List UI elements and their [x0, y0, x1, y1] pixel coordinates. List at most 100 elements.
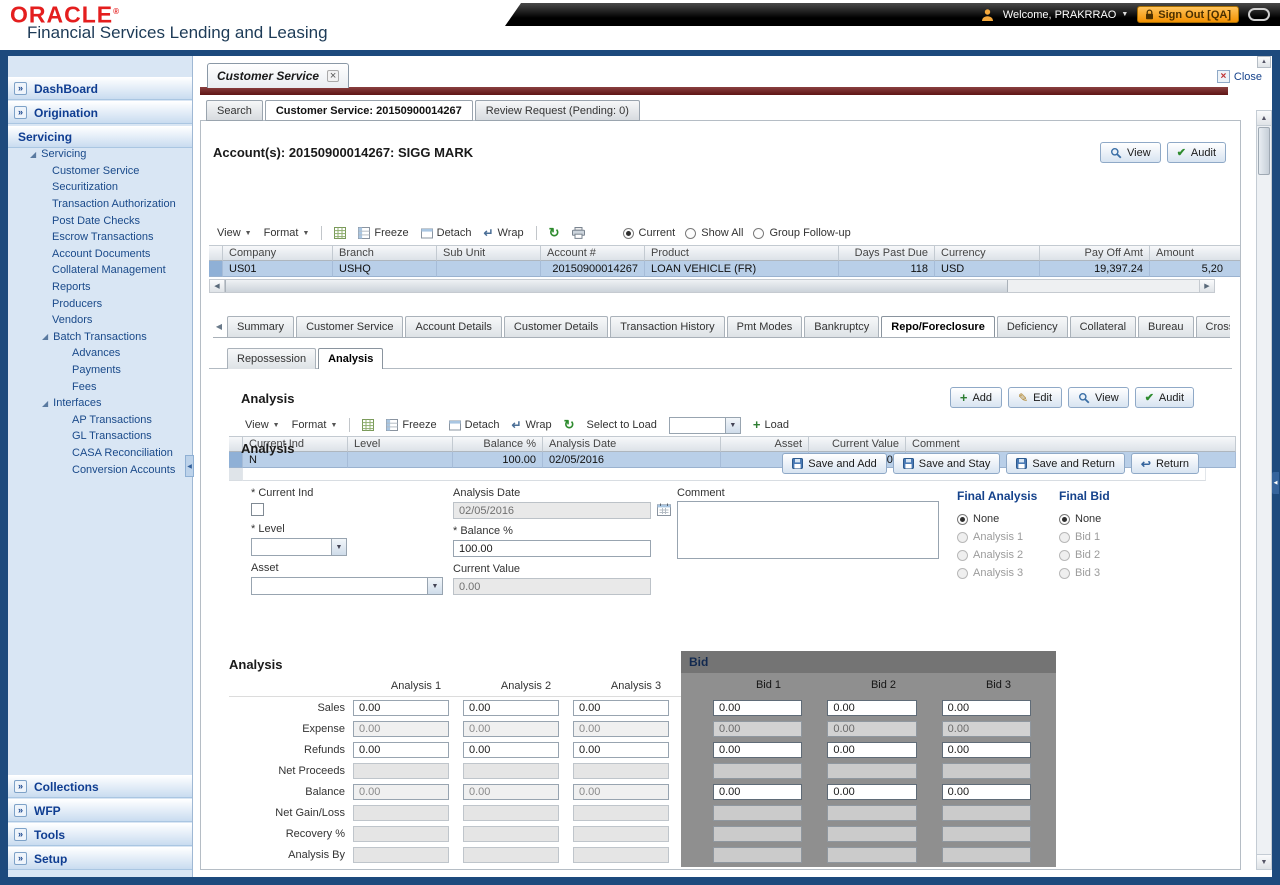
col-header-level[interactable]: Level	[348, 436, 453, 452]
bid-field[interactable]	[827, 762, 917, 779]
scroll-right-arrow[interactable]: ▶	[1199, 280, 1214, 292]
final-analysis-radio[interactable]: None	[957, 510, 1057, 528]
tree-item[interactable]: Payments	[8, 362, 192, 379]
account-row-selected[interactable]: US01 USHQ 20150900014267 LOAN VEHICLE (F…	[209, 261, 1240, 277]
bid-field[interactable]	[827, 825, 917, 842]
detail-tab[interactable]: Account Details	[405, 316, 502, 337]
tree-expanded-icon[interactable]: ◢	[30, 150, 36, 159]
matrix-field[interactable]: 0.00	[353, 720, 449, 737]
col-header-currency[interactable]: Currency	[935, 245, 1040, 261]
bid-field[interactable]: 0.00	[713, 699, 803, 716]
bid-field[interactable]: 0.00	[713, 720, 803, 737]
bid-field[interactable]	[827, 846, 917, 863]
tree-node-interfaces[interactable]: ◢ Interfaces	[8, 395, 192, 412]
tree-item[interactable]: GL Transactions	[8, 428, 192, 445]
bid-field[interactable]	[713, 825, 803, 842]
close-button[interactable]: × Close	[1214, 69, 1264, 84]
matrix-field[interactable]: 0.00	[573, 720, 669, 737]
welcome-menu[interactable]: Welcome, PRAKRRAO ▼	[1003, 9, 1128, 21]
tree-item[interactable]: Vendors	[8, 312, 192, 329]
sidebar-section[interactable]: » Collections	[8, 775, 192, 798]
refresh-icon[interactable]: ↻	[564, 417, 575, 433]
detail-tab[interactable]: Transaction History	[610, 316, 725, 337]
detail-tab[interactable]: Collateral	[1069, 316, 1137, 337]
matrix-field[interactable]: 0.00	[353, 783, 449, 800]
bid-field[interactable]	[941, 804, 1031, 821]
final-bid-radio[interactable]: Bid 3	[1059, 564, 1159, 582]
select-to-load-dropdown[interactable]: ▼	[668, 416, 741, 434]
tab-close-icon[interactable]: ×	[327, 70, 340, 82]
sidebar-collapse-handle[interactable]: ◀	[185, 455, 194, 477]
wrap-button[interactable]: ↵ Wrap	[511, 418, 551, 432]
col-header-asset[interactable]: Asset	[721, 436, 809, 452]
filter-radio[interactable]: Current	[622, 227, 675, 239]
matrix-field[interactable]	[573, 825, 669, 842]
tree-item[interactable]: Escrow Transactions	[8, 229, 192, 246]
level-select[interactable]: ▼	[251, 538, 347, 556]
bid-field[interactable]: 0.00	[827, 699, 917, 716]
tree-item[interactable]: Conversion Accounts	[8, 461, 192, 478]
format-menu[interactable]: Format ▼	[264, 227, 310, 239]
calendar-icon[interactable]	[657, 503, 671, 516]
row-selector[interactable]	[209, 261, 223, 277]
bid-field[interactable]: 0.00	[713, 741, 803, 758]
matrix-field[interactable]	[573, 762, 669, 779]
matrix-field[interactable]: 0.00	[573, 783, 669, 800]
col-header-sub-unit[interactable]: Sub Unit	[437, 245, 541, 261]
bid-field[interactable]	[941, 825, 1031, 842]
matrix-field[interactable]	[353, 804, 449, 821]
tree-item[interactable]: CASA Reconciliation	[8, 445, 192, 462]
detail-tab[interactable]: Summary	[227, 316, 295, 337]
matrix-field[interactable]: 0.00	[573, 699, 669, 716]
add-button[interactable]: + Add	[949, 387, 1003, 408]
detail-tab[interactable]: Cross/Up	[1195, 316, 1230, 337]
scroll-down-arrow[interactable]: ▼	[1257, 854, 1271, 869]
bid-field[interactable]: 0.00	[941, 699, 1031, 716]
matrix-field[interactable]	[463, 804, 559, 821]
sidebar-section[interactable]: » WFP	[8, 799, 192, 822]
detach-button[interactable]: Detach	[448, 419, 499, 431]
tree-item[interactable]: Producers	[8, 295, 192, 312]
matrix-field[interactable]: 0.00	[353, 699, 449, 716]
bid-field[interactable]: 0.00	[827, 720, 917, 737]
bid-field[interactable]: 0.00	[941, 741, 1031, 758]
load-button[interactable]: + Load	[753, 418, 789, 431]
detach-button[interactable]: Detach	[420, 227, 471, 239]
page-tab[interactable]: Customer Service: 20150900014267	[264, 100, 473, 121]
vertical-scrollbar[interactable]: ▲ ▼	[1256, 110, 1272, 870]
view-menu[interactable]: View ▼	[217, 227, 252, 239]
panel-collapse-handle[interactable]: ◀	[1272, 472, 1279, 494]
col-header-company[interactable]: Company	[223, 245, 333, 261]
bid-field[interactable]: 0.00	[713, 783, 803, 800]
final-bid-radio[interactable]: Bid 2	[1059, 546, 1159, 564]
filter-radio[interactable]: Group Follow-up	[753, 227, 851, 239]
col-header-analysis-date[interactable]: Analysis Date	[543, 436, 721, 452]
export-icon[interactable]	[362, 419, 375, 431]
detail-tab[interactable]: Pmt Modes	[726, 316, 803, 337]
bid-field[interactable]	[827, 804, 917, 821]
balance-pct-field[interactable]: 100.00	[453, 540, 651, 557]
current-ind-checkbox[interactable]	[251, 503, 264, 516]
sidebar-section[interactable]: » Setup	[8, 847, 192, 870]
matrix-field[interactable]	[353, 846, 449, 863]
detail-tab[interactable]: Repo/Foreclosure	[881, 316, 995, 337]
col-header-branch[interactable]: Branch	[333, 245, 437, 261]
tree-item[interactable]: Customer Service	[8, 163, 192, 180]
audit-button[interactable]: ✔ Audit	[1134, 387, 1194, 408]
final-bid-radio[interactable]: None	[1059, 510, 1159, 528]
matrix-field[interactable]: 0.00	[353, 741, 449, 758]
view-button[interactable]: View	[1100, 142, 1161, 163]
matrix-field[interactable]	[463, 825, 559, 842]
print-icon[interactable]	[571, 227, 585, 239]
bid-field[interactable]	[713, 804, 803, 821]
detail-tab[interactable]: Customer Service	[296, 316, 404, 337]
row-selector[interactable]	[229, 468, 243, 481]
save-and-stay-button[interactable]: Save and Stay	[892, 453, 1001, 474]
bid-field[interactable]	[713, 762, 803, 779]
scroll-left-arrow[interactable]: ◀	[210, 280, 225, 292]
scroll-track[interactable]	[1008, 280, 1199, 292]
format-menu[interactable]: Format ▼	[292, 419, 338, 431]
col-header-amount[interactable]: Amount	[1150, 245, 1240, 261]
matrix-field[interactable]	[353, 825, 449, 842]
window-tab-customer-service[interactable]: Customer Service ×	[207, 63, 350, 88]
